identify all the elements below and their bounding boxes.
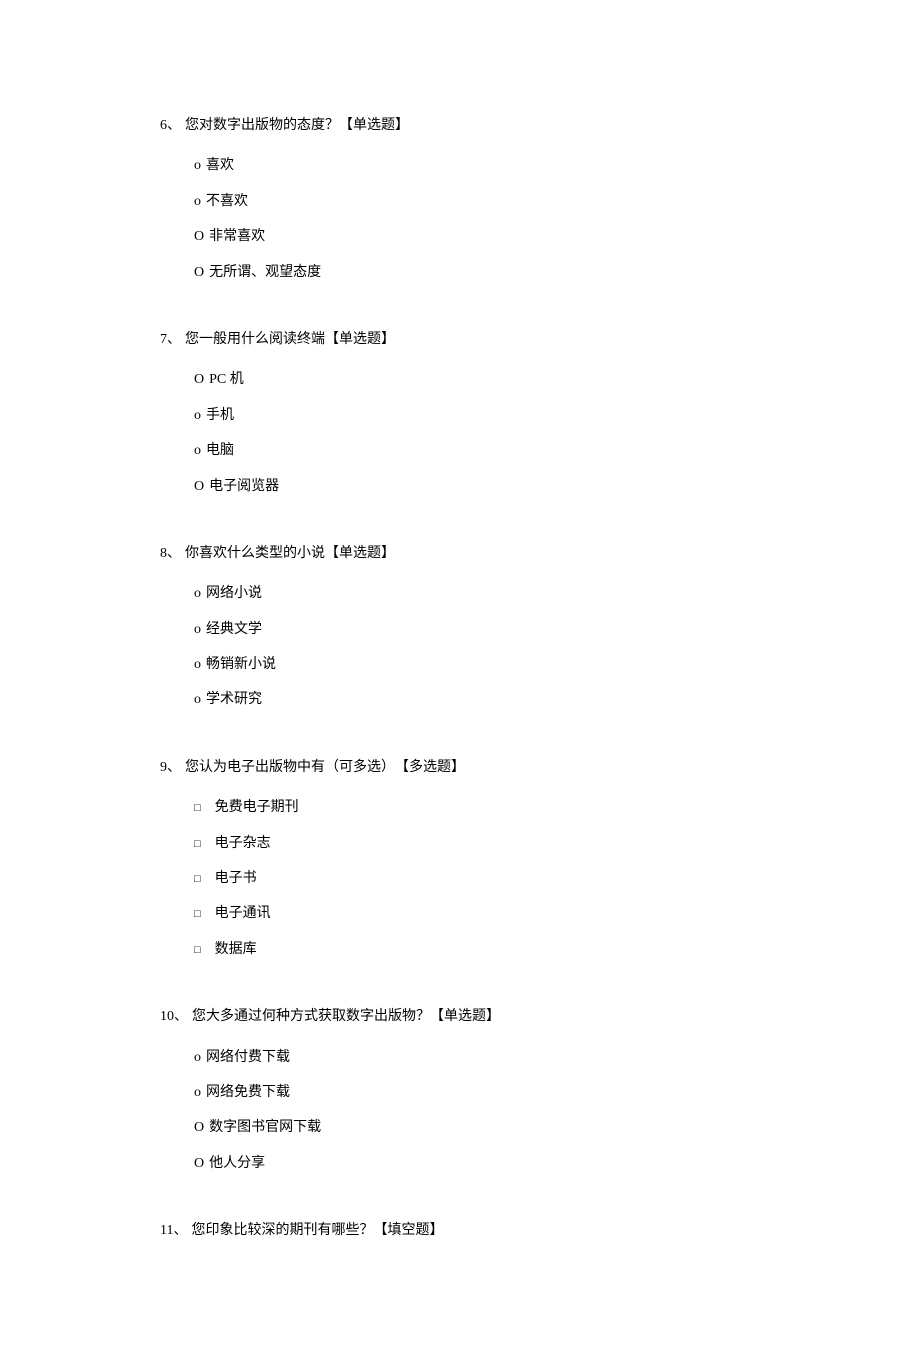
option-text: 不喜欢 xyxy=(206,191,248,213)
radio-option[interactable]: O 无所谓、观望态度 xyxy=(194,262,760,284)
options-list: □ 免费电子期刊 □ 电子杂志 □ 电子书 □ 电子通讯 □ 数据库 xyxy=(160,797,760,961)
radio-option[interactable]: o 不喜欢 xyxy=(194,191,760,213)
question-title: 7、 您一般用什么阅读终端 【单选题】 xyxy=(160,329,760,351)
question-title: 9、 您认为电子出版物中有（可多选） 【多选题】 xyxy=(160,757,760,779)
radio-marker: o xyxy=(194,191,201,213)
checkbox-option[interactable]: □ 数据库 xyxy=(194,939,760,961)
radio-option[interactable]: o 经典文学 xyxy=(194,619,760,641)
radio-option[interactable]: o 手机 xyxy=(194,405,760,427)
question-title: 8、 你喜欢什么类型的小说 【单选题】 xyxy=(160,543,760,565)
question-number: 6、 xyxy=(160,115,181,137)
option-text: 电子通讯 xyxy=(215,903,271,925)
question-number: 8、 xyxy=(160,543,181,565)
radio-option[interactable]: O 数字图书官网下载 xyxy=(194,1117,760,1139)
question-text: 您印象比较深的期刊有哪些？ xyxy=(191,1220,373,1242)
radio-marker: O xyxy=(194,369,204,391)
question-11: 11、 您印象比较深的期刊有哪些？ 【填空题】 xyxy=(160,1220,760,1242)
radio-option[interactable]: o 电脑 xyxy=(194,440,760,462)
checkbox-marker: □ xyxy=(194,800,201,818)
radio-marker: O xyxy=(194,476,204,498)
question-text: 你喜欢什么类型的小说 xyxy=(185,543,325,565)
question-text: 您认为电子出版物中有（可多选） xyxy=(185,757,395,779)
question-number: 11、 xyxy=(160,1220,187,1242)
question-title: 10、 您大多通过何种方式获取数字出版物？ 【单选题】 xyxy=(160,1006,760,1028)
option-text: PC 机 xyxy=(209,369,244,391)
question-text: 您一般用什么阅读终端 xyxy=(185,329,325,351)
radio-marker: O xyxy=(194,1153,204,1175)
radio-option[interactable]: o 学术研究 xyxy=(194,689,760,711)
question-text: 您对数字出版物的态度？ xyxy=(185,115,339,137)
radio-marker: o xyxy=(194,1082,201,1104)
radio-marker: o xyxy=(194,155,201,177)
radio-marker: O xyxy=(194,226,204,248)
question-tag: 【填空题】 xyxy=(373,1220,443,1242)
question-tag: 【多选题】 xyxy=(395,757,465,779)
checkbox-option[interactable]: □ 电子通讯 xyxy=(194,903,760,925)
radio-marker: o xyxy=(194,1047,201,1069)
question-number: 7、 xyxy=(160,329,181,351)
options-list: o 网络小说 o 经典文学 o 畅销新小说 o 学术研究 xyxy=(160,583,760,712)
question-7: 7、 您一般用什么阅读终端 【单选题】 O PC 机 o 手机 o 电脑 O 电… xyxy=(160,329,760,498)
radio-option[interactable]: O 非常喜欢 xyxy=(194,226,760,248)
option-text: 手机 xyxy=(206,405,234,427)
option-text: 免费电子期刊 xyxy=(215,797,299,819)
radio-marker: o xyxy=(194,583,201,605)
checkbox-marker: □ xyxy=(194,942,201,960)
radio-option[interactable]: O 他人分享 xyxy=(194,1153,760,1175)
checkbox-marker: □ xyxy=(194,906,201,924)
question-number: 9、 xyxy=(160,757,181,779)
radio-marker: o xyxy=(194,405,201,427)
option-text: 无所谓、观望态度 xyxy=(209,262,321,284)
option-text: 电子杂志 xyxy=(215,833,271,855)
option-text: 数字图书官网下载 xyxy=(209,1117,321,1139)
option-text: 他人分享 xyxy=(209,1153,265,1175)
checkbox-marker: □ xyxy=(194,871,201,889)
options-list: o 喜欢 o 不喜欢 O 非常喜欢 O 无所谓、观望态度 xyxy=(160,155,760,284)
question-title: 6、 您对数字出版物的态度？ 【单选题】 xyxy=(160,115,760,137)
radio-option[interactable]: o 畅销新小说 xyxy=(194,654,760,676)
radio-marker: O xyxy=(194,262,204,284)
radio-marker: o xyxy=(194,619,201,641)
radio-option[interactable]: O 电子阅览器 xyxy=(194,476,760,498)
question-tag: 【单选题】 xyxy=(430,1006,500,1028)
question-tag: 【单选题】 xyxy=(339,115,409,137)
option-text: 网络免费下载 xyxy=(206,1082,290,1104)
question-9: 9、 您认为电子出版物中有（可多选） 【多选题】 □ 免费电子期刊 □ 电子杂志… xyxy=(160,757,760,961)
question-title: 11、 您印象比较深的期刊有哪些？ 【填空题】 xyxy=(160,1220,760,1242)
question-8: 8、 你喜欢什么类型的小说 【单选题】 o 网络小说 o 经典文学 o 畅销新小… xyxy=(160,543,760,712)
radio-option[interactable]: o 网络小说 xyxy=(194,583,760,605)
option-text: 数据库 xyxy=(215,939,257,961)
question-text: 您大多通过何种方式获取数字出版物？ xyxy=(192,1006,430,1028)
question-number: 10、 xyxy=(160,1006,188,1028)
option-text: 网络小说 xyxy=(206,583,262,605)
checkbox-option[interactable]: □ 电子书 xyxy=(194,868,760,890)
option-text: 喜欢 xyxy=(206,155,234,177)
radio-option[interactable]: o 网络免费下载 xyxy=(194,1082,760,1104)
option-text: 电脑 xyxy=(206,440,234,462)
radio-marker: o xyxy=(194,440,201,462)
radio-option[interactable]: O PC 机 xyxy=(194,369,760,391)
radio-marker: o xyxy=(194,689,201,711)
option-text: 非常喜欢 xyxy=(209,226,265,248)
option-text: 网络付费下载 xyxy=(206,1047,290,1069)
checkbox-marker: □ xyxy=(194,836,201,854)
radio-marker: o xyxy=(194,654,201,676)
option-text: 学术研究 xyxy=(206,689,262,711)
checkbox-option[interactable]: □ 电子杂志 xyxy=(194,833,760,855)
checkbox-option[interactable]: □ 免费电子期刊 xyxy=(194,797,760,819)
options-list: O PC 机 o 手机 o 电脑 O 电子阅览器 xyxy=(160,369,760,498)
question-6: 6、 您对数字出版物的态度？ 【单选题】 o 喜欢 o 不喜欢 O 非常喜欢 O… xyxy=(160,115,760,284)
question-tag: 【单选题】 xyxy=(325,543,395,565)
radio-marker: O xyxy=(194,1117,204,1139)
question-tag: 【单选题】 xyxy=(325,329,395,351)
option-text: 畅销新小说 xyxy=(206,654,276,676)
options-list: o 网络付费下载 o 网络免费下载 O 数字图书官网下载 O 他人分享 xyxy=(160,1047,760,1176)
option-text: 电子阅览器 xyxy=(209,476,279,498)
radio-option[interactable]: o 网络付费下载 xyxy=(194,1047,760,1069)
radio-option[interactable]: o 喜欢 xyxy=(194,155,760,177)
option-text: 电子书 xyxy=(215,868,257,890)
option-text: 经典文学 xyxy=(206,619,262,641)
question-10: 10、 您大多通过何种方式获取数字出版物？ 【单选题】 o 网络付费下载 o 网… xyxy=(160,1006,760,1175)
